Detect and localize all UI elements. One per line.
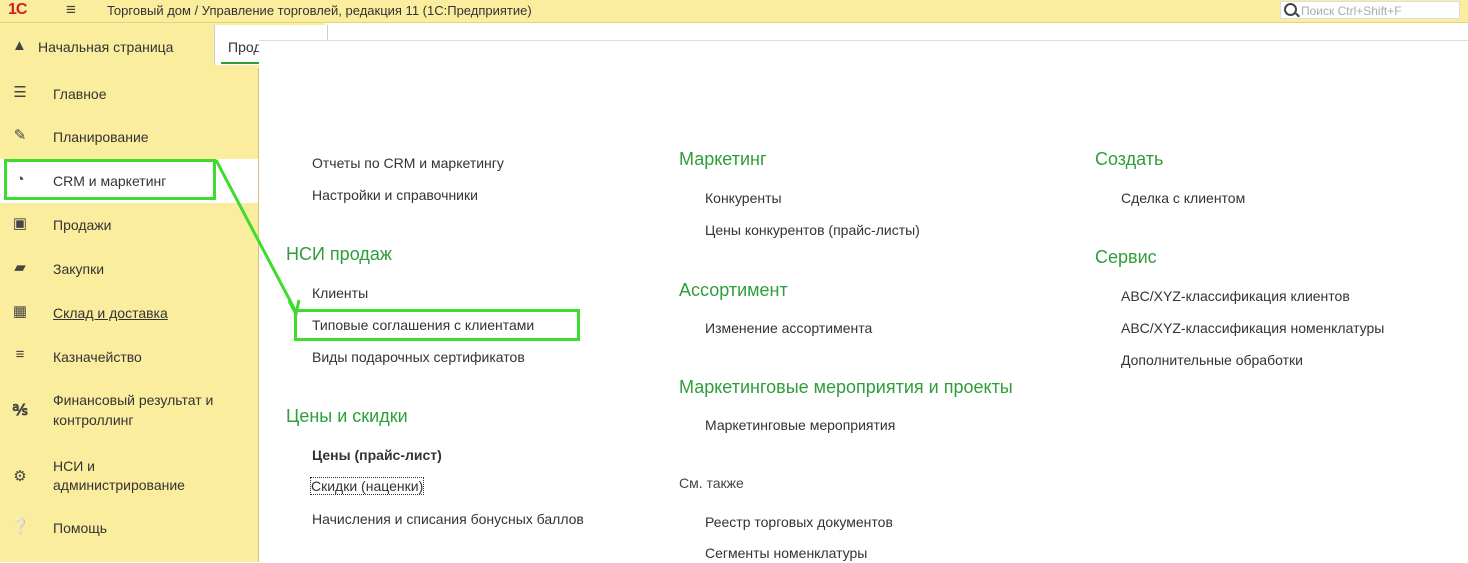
link-additional-processing[interactable]: Дополнительные обработки xyxy=(1121,352,1303,368)
tab-active-indicator xyxy=(221,62,261,64)
highlight-box-crm xyxy=(4,159,216,200)
sidebar-item-label: Помощь xyxy=(53,520,108,536)
link-abc-nomenclature[interactable]: ABC/XYZ-классификация номенклатуры xyxy=(1121,320,1384,336)
sidebar-item-planning[interactable]: ✎ Планирование xyxy=(0,126,258,148)
cart-icon: ▰ xyxy=(14,259,26,276)
link-price-list[interactable]: Цены (прайс-лист) xyxy=(312,447,442,463)
sidebar-item-sales[interactable]: ▣ Продажи xyxy=(0,214,258,236)
tab-sales-label: Прод xyxy=(228,39,262,55)
link-settings-directories[interactable]: Настройки и справочники xyxy=(312,187,478,203)
title-bar: 1С ≡ Торговый дом / Управление торговлей… xyxy=(0,0,1468,23)
app-title: Торговый дом / Управление торговлей, ред… xyxy=(107,3,532,18)
search-input[interactable]: Поиск Ctrl+Shift+F xyxy=(1280,1,1460,19)
sidebar-item-label: Склад и доставка xyxy=(53,305,168,321)
sidebar-item-label: НСИ и xyxy=(53,458,95,474)
sidebar-item-label-line2: администрирование xyxy=(53,477,185,493)
coins-icon: ≡ xyxy=(15,346,25,363)
planning-icon: ✎ xyxy=(13,127,27,144)
heading-nsi-sales: НСИ продаж xyxy=(286,244,392,264)
tab-home-label: Начальная страница xyxy=(38,39,174,55)
heading-prices-discounts: Цены и скидки xyxy=(286,406,408,426)
heading-service: Сервис xyxy=(1095,247,1157,267)
link-nomenclature-segments[interactable]: Сегменты номенклатуры xyxy=(705,545,867,561)
sidebar-item-label: Продажи xyxy=(53,217,112,233)
highlight-box-agreements xyxy=(294,309,580,341)
link-discounts[interactable]: Скидки (наценки) xyxy=(309,477,425,495)
sidebar-item-label: Закупки xyxy=(53,261,105,277)
search-icon xyxy=(1284,3,1297,16)
link-trade-documents-registry[interactable]: Реестр торговых документов xyxy=(705,514,893,530)
link-clients[interactable]: Клиенты xyxy=(312,285,368,301)
search-placeholder: Поиск Ctrl+Shift+F xyxy=(1301,4,1402,18)
sidebar-item-treasury[interactable]: ≡ Казначейство xyxy=(0,346,258,368)
sidebar-item-label: Главное xyxy=(53,86,107,102)
menu-lines-icon: ☰ xyxy=(13,84,27,101)
heading-marketing-events: Маркетинговые мероприятия и проекты xyxy=(679,377,1013,397)
sidebar-item-label: Финансовый результат и xyxy=(53,392,214,408)
sidebar-item-label: Планирование xyxy=(53,129,149,145)
help-icon: ❔ xyxy=(11,518,30,535)
link-competitors[interactable]: Конкуренты xyxy=(705,190,782,206)
sidebar-item-admin[interactable]: ⚙ НСИ и администрирование xyxy=(0,456,258,500)
sidebar-item-main[interactable]: ☰ Главное xyxy=(0,83,258,105)
sidebar-item-purchases[interactable]: ▰ Закупки xyxy=(0,258,258,280)
sidebar-item-label: Казначейство xyxy=(53,349,142,365)
sidebar-item-warehouse[interactable]: ▦ Склад и доставка xyxy=(0,302,258,324)
sidebar-item-label-line2: контроллинг xyxy=(53,412,134,428)
sidebar: ☰ Главное ✎ Планирование ◔ CRM и маркети… xyxy=(0,68,259,562)
link-abc-clients[interactable]: ABC/XYZ-классификация клиентов xyxy=(1121,288,1350,304)
bar-chart-icon: ℁ xyxy=(12,402,28,419)
gear-icon: ⚙ xyxy=(13,468,27,485)
app-logo[interactable]: 1С xyxy=(8,1,27,19)
link-client-deal[interactable]: Сделка с клиентом xyxy=(1121,190,1245,206)
link-crm-reports[interactable]: Отчеты по CRM и маркетингу xyxy=(312,155,504,171)
link-marketing-events[interactable]: Маркетинговые мероприятия xyxy=(705,417,895,433)
bag-icon: ▣ xyxy=(12,215,28,232)
sidebar-item-finance[interactable]: ℁ Финансовый результат и контроллинг xyxy=(0,389,258,433)
heading-assortment: Ассортимент xyxy=(679,280,788,300)
link-assortment-change[interactable]: Изменение ассортимента xyxy=(705,320,872,336)
sidebar-item-help[interactable]: ❔ Помощь xyxy=(0,517,258,539)
link-competitor-prices[interactable]: Цены конкурентов (прайс-листы) xyxy=(705,222,920,238)
link-gift-certificates[interactable]: Виды подарочных сертификатов xyxy=(312,349,525,365)
heading-marketing: Маркетинг xyxy=(679,149,767,169)
warehouse-icon: ▦ xyxy=(12,303,28,320)
see-also-label: См. также xyxy=(679,475,744,491)
home-icon: ▲ xyxy=(12,37,27,54)
tab-home[interactable]: ▲ Начальная страница xyxy=(0,23,212,68)
heading-create: Создать xyxy=(1095,149,1164,169)
link-bonus-points[interactable]: Начисления и списания бонусных баллов xyxy=(312,511,584,527)
main-menu-icon[interactable]: ≡ xyxy=(66,0,76,20)
